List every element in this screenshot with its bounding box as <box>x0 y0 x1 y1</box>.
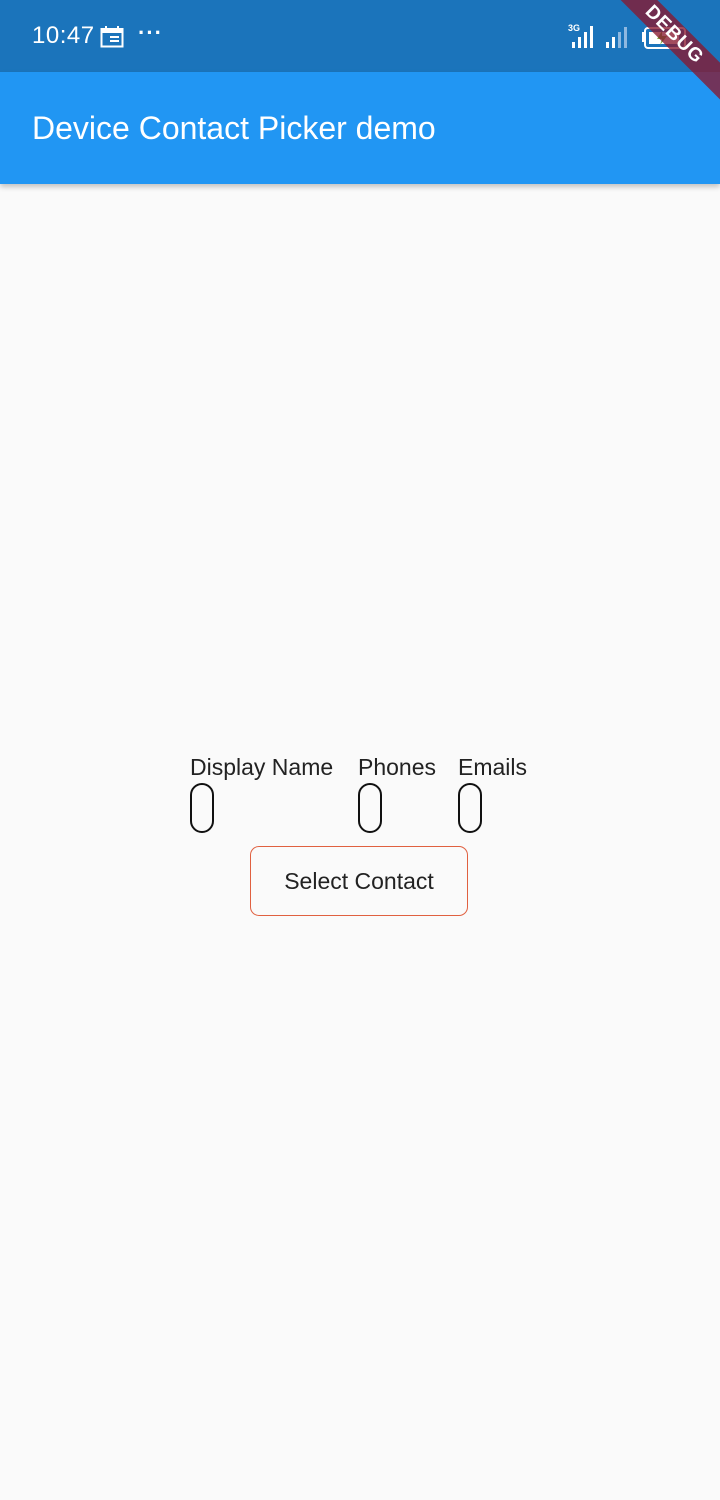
status-time: 10:47 <box>32 22 95 49</box>
signal-icon <box>604 26 632 48</box>
phones-value <box>358 783 382 833</box>
more-icon: ··· <box>138 20 163 45</box>
status-bar: 10:47 ··· 3G <box>0 0 720 72</box>
page-title: Device Contact Picker demo <box>32 110 436 146</box>
display-name-label: Display Name <box>190 754 334 780</box>
app-bar: Device Contact Picker demo <box>0 72 720 184</box>
phones-label: Phones <box>358 754 437 780</box>
select-contact-button[interactable]: Select Contact <box>250 846 468 916</box>
calendar-icon <box>100 26 124 48</box>
emails-label: Emails <box>458 754 528 780</box>
display-name-value <box>190 783 214 833</box>
svg-text:3G: 3G <box>568 23 580 33</box>
emails-value <box>458 783 482 833</box>
signal-icon: 3G <box>568 22 598 50</box>
